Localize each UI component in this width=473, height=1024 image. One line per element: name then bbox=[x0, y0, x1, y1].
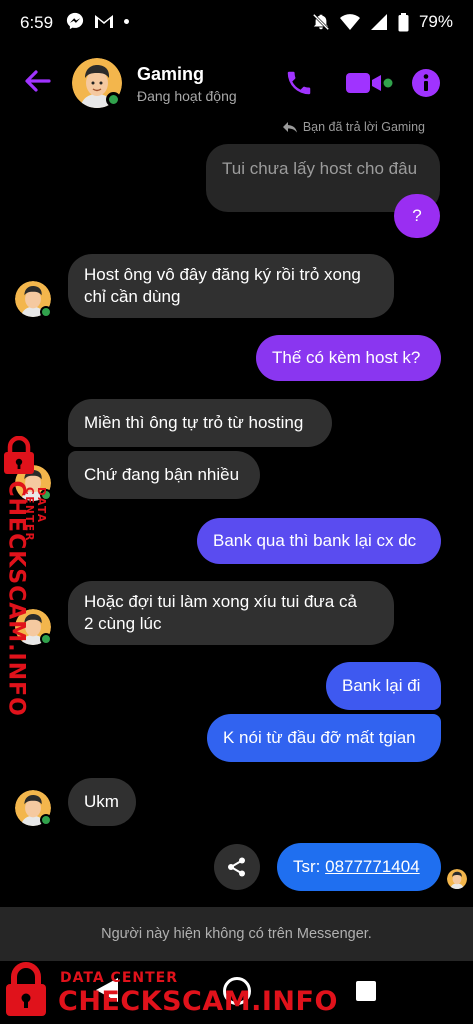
seen-receipt-avatar bbox=[447, 869, 467, 889]
message-text: K nói từ đầu đỡ mất tgian bbox=[223, 728, 416, 747]
wifi-icon bbox=[339, 14, 360, 30]
message-text: ? bbox=[412, 206, 422, 225]
watermark-bottom-sub: DATA CENTER bbox=[60, 970, 178, 986]
message-text: Ukm bbox=[84, 792, 119, 811]
gmail-notification-icon bbox=[95, 15, 113, 28]
watermark-side-sub: DATA CENTER bbox=[23, 480, 47, 580]
message-bubble-sent[interactable]: ? bbox=[394, 194, 440, 238]
conversation-header: Gaming Đang hoạt động bbox=[0, 48, 473, 118]
message-text-line: Hoặc đợi tui làm xong xíu tui đưa cả bbox=[84, 592, 357, 611]
status-time: 6:59 bbox=[20, 13, 54, 32]
more-notifications-dot bbox=[124, 18, 129, 24]
battery-percent: 79% bbox=[418, 12, 453, 31]
message-bubble-sent[interactable]: Tsr: 0877771404 bbox=[277, 843, 441, 891]
status-bar: 6:59 79% bbox=[0, 0, 473, 46]
reply-arrow-icon bbox=[282, 122, 297, 133]
message-text-line: 2 cùng lúc bbox=[84, 614, 162, 633]
nav-recents-button[interactable] bbox=[356, 981, 376, 1001]
message-bubble-sent[interactable]: Thế có kèm host k? bbox=[256, 335, 441, 381]
share-button[interactable] bbox=[214, 844, 260, 890]
unavailable-banner: Người này hiện không có trên Messenger. bbox=[0, 907, 473, 961]
message-text: Bank qua thì bank lại cx dc bbox=[213, 531, 417, 550]
battery-icon bbox=[398, 12, 409, 31]
message-bubble-received[interactable]: Chứ đang bận nhiều bbox=[68, 451, 260, 499]
message-text: Bank lại đi bbox=[342, 676, 421, 695]
watermark-side-sub-text: DATA CENTER bbox=[23, 487, 47, 543]
online-indicator bbox=[40, 306, 52, 318]
phone-call-icon[interactable] bbox=[284, 68, 314, 98]
message-text: Miền thì ông tự trỏ từ hosting bbox=[84, 413, 304, 432]
message-text: Thế có kèm host k? bbox=[272, 348, 421, 367]
message-bubble-sent[interactable]: Bank qua thì bank lại cx dc bbox=[197, 518, 441, 564]
phone-number-link[interactable]: 0877771404 bbox=[325, 857, 420, 876]
online-indicator bbox=[106, 92, 121, 107]
message-text-line: chỉ cần dùng bbox=[84, 287, 181, 306]
share-icon bbox=[228, 857, 245, 877]
watermark-lock-icon bbox=[6, 962, 46, 1016]
watermark-bottom-main: CHECKSCAM.INFO bbox=[58, 986, 338, 1017]
replied-note-text: Bạn đã trả lời Gaming bbox=[302, 120, 425, 134]
signal-icon bbox=[370, 14, 387, 30]
quoted-message-text: Tui chưa lấy host cho đâu bbox=[222, 159, 418, 178]
replied-to-note: Bạn đã trả lời Gaming bbox=[282, 120, 425, 134]
contact-name[interactable]: Gaming bbox=[137, 64, 204, 85]
message-bubble-received[interactable]: Host ông vô đây đăng ký rồi trỏ xong chỉ… bbox=[68, 254, 394, 318]
message-bubble-received[interactable]: Miền thì ông tự trỏ từ hosting bbox=[68, 399, 332, 447]
info-icon[interactable] bbox=[411, 68, 441, 98]
video-call-icon[interactable] bbox=[345, 70, 393, 96]
message-text: Chứ đang bận nhiều bbox=[84, 465, 240, 484]
unavailable-banner-text: Người này hiện không có trên Messenger. bbox=[101, 926, 372, 942]
mute-bell-icon bbox=[312, 13, 330, 31]
online-indicator bbox=[40, 814, 52, 826]
message-text-line: Host ông vô đây đăng ký rồi trỏ xong bbox=[84, 265, 361, 284]
message-text-prefix: Tsr: bbox=[293, 857, 326, 876]
message-bubble-sent[interactable]: Bank lại đi bbox=[326, 662, 441, 710]
message-bubble-received[interactable]: Ukm bbox=[68, 778, 136, 826]
message-bubble-received[interactable]: Hoặc đợi tui làm xong xíu tui đưa cả 2 c… bbox=[68, 581, 394, 645]
message-bubble-sent[interactable]: K nói từ đầu đỡ mất tgian bbox=[207, 714, 441, 762]
notification-icons bbox=[66, 12, 129, 30]
online-indicator bbox=[40, 633, 52, 645]
contact-active-status: Đang hoạt động bbox=[137, 88, 237, 104]
watermark-lock-icon bbox=[4, 436, 34, 474]
messenger-notification-icon bbox=[66, 12, 84, 30]
system-status-icons: 79% bbox=[312, 12, 453, 32]
back-arrow-icon[interactable] bbox=[22, 66, 52, 96]
